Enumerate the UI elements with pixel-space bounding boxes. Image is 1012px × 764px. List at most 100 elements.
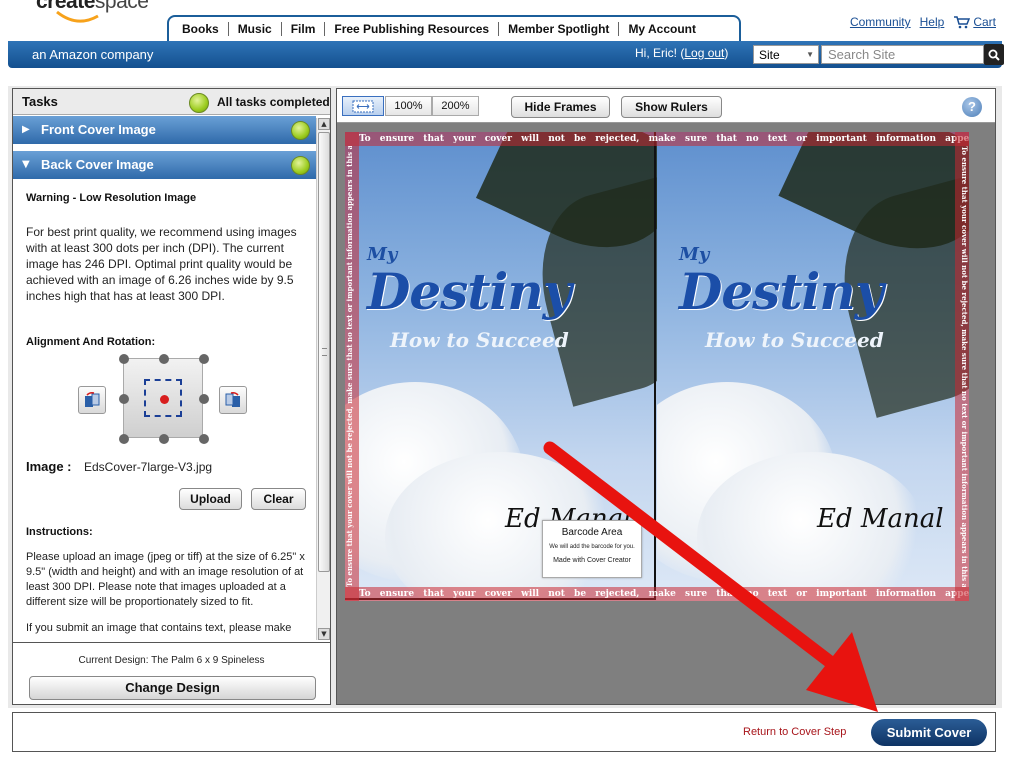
amazon-tagline: an Amazon company (32, 47, 154, 62)
status-complete-icon (291, 156, 310, 175)
align-handle-bottom[interactable] (159, 434, 169, 444)
instructions-title: Instructions: (26, 526, 93, 538)
page: createspace Books Music Film Free Publis… (0, 0, 1012, 764)
scroll-down-icon[interactable]: ▼ (318, 628, 330, 640)
alignment-grid (119, 354, 209, 444)
header-bar: an Amazon company Hi, Eric! (Log out) Si… (8, 41, 1004, 68)
chevron-down-icon: ▼ (806, 50, 814, 59)
instructions-text: Please upload an image (jpeg or tiff) at… (26, 551, 305, 608)
image-label: Image : (26, 459, 72, 474)
clear-button[interactable]: Clear (251, 488, 306, 510)
fit-to-window-button[interactable] (342, 96, 384, 116)
tasks-header: Tasks All tasks completed (13, 89, 330, 115)
warning-text: For best print quality, we recommend usi… (26, 225, 297, 303)
site-select[interactable]: Site ▼ (753, 45, 819, 64)
change-design-button[interactable]: Change Design (29, 676, 316, 700)
zoom-200-button[interactable]: 200% (432, 96, 479, 116)
zoom-100-button[interactable]: 100% (385, 96, 432, 116)
logout-link[interactable]: Log out (684, 46, 724, 60)
nav-tab-member-spotlight[interactable]: Member Spotlight (499, 22, 620, 36)
search-button[interactable] (984, 44, 1004, 65)
cover-preview-panel: 100% 200% Hide Frames Show Rulers ? My D… (336, 88, 996, 705)
status-complete-icon (291, 121, 310, 140)
nav-tab-my-account[interactable]: My Account (619, 22, 705, 36)
preview-toolbar: 100% 200% Hide Frames Show Rulers ? (337, 89, 995, 123)
fit-window-icon (352, 100, 374, 112)
cover-subtitle: How to Succeed (390, 328, 569, 352)
status-complete-icon (189, 93, 209, 113)
align-center-handle[interactable] (160, 395, 169, 404)
help-link[interactable]: Help (920, 15, 945, 29)
image-filename: EdsCover-7large-V3.jpg (84, 460, 213, 474)
align-handle-left[interactable] (119, 394, 129, 404)
rotate-right-button[interactable] (219, 386, 247, 414)
search-icon (988, 49, 1000, 61)
help-icon[interactable]: ? (962, 97, 982, 117)
align-handle-bottom-left[interactable] (119, 434, 129, 444)
safe-zone-top: To ensure that your cover will not be re… (345, 132, 969, 146)
action-bar: Return to Cover Step Submit Cover (12, 712, 996, 752)
safe-zone-left: To ensure that your cover will not be re… (345, 132, 359, 601)
cover-canvas[interactable]: My Destiny How to Succeed Ed Manal Barco… (345, 132, 969, 601)
user-greeting: Hi, Eric! (Log out) (635, 46, 728, 60)
back-cover[interactable]: My Destiny How to Succeed Ed Manal Barco… (345, 132, 657, 601)
cover-subtitle: How to Succeed (705, 328, 884, 352)
warning-title: Warning - Low Resolution Image (26, 192, 197, 204)
cover-author: Ed Manal (817, 504, 944, 534)
return-to-cover-step-link[interactable]: Return to Cover Step (743, 726, 846, 738)
rotate-left-icon (85, 391, 100, 407)
rotate-right-icon (225, 391, 240, 407)
greeting-end: ) (724, 46, 729, 60)
section-label: Back Cover Image (41, 157, 154, 172)
align-handle-top-right[interactable] (199, 354, 209, 364)
scrollbar-thumb[interactable] (318, 132, 330, 572)
section-back-cover-image[interactable]: ▼ Back Cover Image (13, 151, 316, 180)
nav-tab-free-publishing-resources[interactable]: Free Publishing Resources (325, 22, 500, 36)
search-input[interactable]: Search Site (821, 45, 984, 64)
tasks-status: All tasks completed (217, 95, 330, 109)
nav-tab-film[interactable]: Film (282, 22, 326, 36)
nav-tab-books[interactable]: Books (173, 22, 229, 36)
safe-zone-bottom: To ensure that your cover will not be re… (345, 587, 969, 601)
barcode-note: We will add the barcode for you. (549, 544, 635, 550)
top-links: Community Help Cart (850, 15, 996, 29)
back-cover-settings: Warning - Low Resolution Image For best … (13, 181, 316, 639)
front-cover[interactable]: My Destiny How to Succeed Ed Manal (657, 132, 969, 601)
current-design: Current Design: The Palm 6 x 9 Spineless (78, 655, 265, 666)
align-handle-top-left[interactable] (119, 354, 129, 364)
safe-zone-right-text: To ensure that your cover will not be re… (960, 146, 969, 587)
safe-zone-left-text: To ensure that your cover will not be re… (345, 146, 354, 587)
site-select-value: Site (759, 48, 780, 62)
nav-tab-music[interactable]: Music (229, 22, 282, 36)
made-with-label: Made with Cover Creator (553, 557, 631, 564)
align-handle-top[interactable] (159, 354, 169, 364)
design-footer: Current Design: The Palm 6 x 9 Spineless… (13, 642, 330, 704)
cart-link[interactable]: Cart (973, 15, 996, 29)
grip-icon (322, 348, 327, 356)
amazon-swoosh-icon (56, 10, 99, 23)
tasks-panel: Tasks All tasks completed ▶ Front Cover … (12, 88, 331, 705)
expand-arrow-icon: ▶ (22, 124, 30, 135)
alignment-title: Alignment And Rotation: (26, 336, 156, 348)
show-rulers-button[interactable]: Show Rulers (621, 96, 722, 118)
cover-title-big: Destiny (367, 262, 572, 321)
safe-zone-right: To ensure that your cover will not be re… (955, 132, 969, 601)
submit-cover-button[interactable]: Submit Cover (871, 719, 987, 746)
cart-link-group[interactable]: Cart (953, 15, 996, 29)
collapse-arrow-icon: ▼ (22, 159, 30, 170)
barcode-title: Barcode Area (561, 527, 623, 538)
greeting-text: Hi, Eric! ( (635, 46, 685, 60)
scroll-up-icon[interactable]: ▲ (318, 118, 330, 130)
upload-button[interactable]: Upload (179, 488, 242, 510)
hide-frames-button[interactable]: Hide Frames (511, 96, 610, 118)
cover-title-big: Destiny (679, 262, 884, 321)
section-front-cover-image[interactable]: ▶ Front Cover Image (13, 116, 316, 145)
community-link[interactable]: Community (850, 15, 911, 29)
barcode-area: Barcode Area We will add the barcode for… (542, 520, 642, 578)
cart-icon (954, 16, 971, 29)
align-handle-bottom-right[interactable] (199, 434, 209, 444)
section-label: Front Cover Image (41, 122, 156, 137)
rotate-left-button[interactable] (78, 386, 106, 414)
align-handle-right[interactable] (199, 394, 209, 404)
tasks-scrollbar[interactable]: ▲ ▼ (316, 118, 330, 640)
